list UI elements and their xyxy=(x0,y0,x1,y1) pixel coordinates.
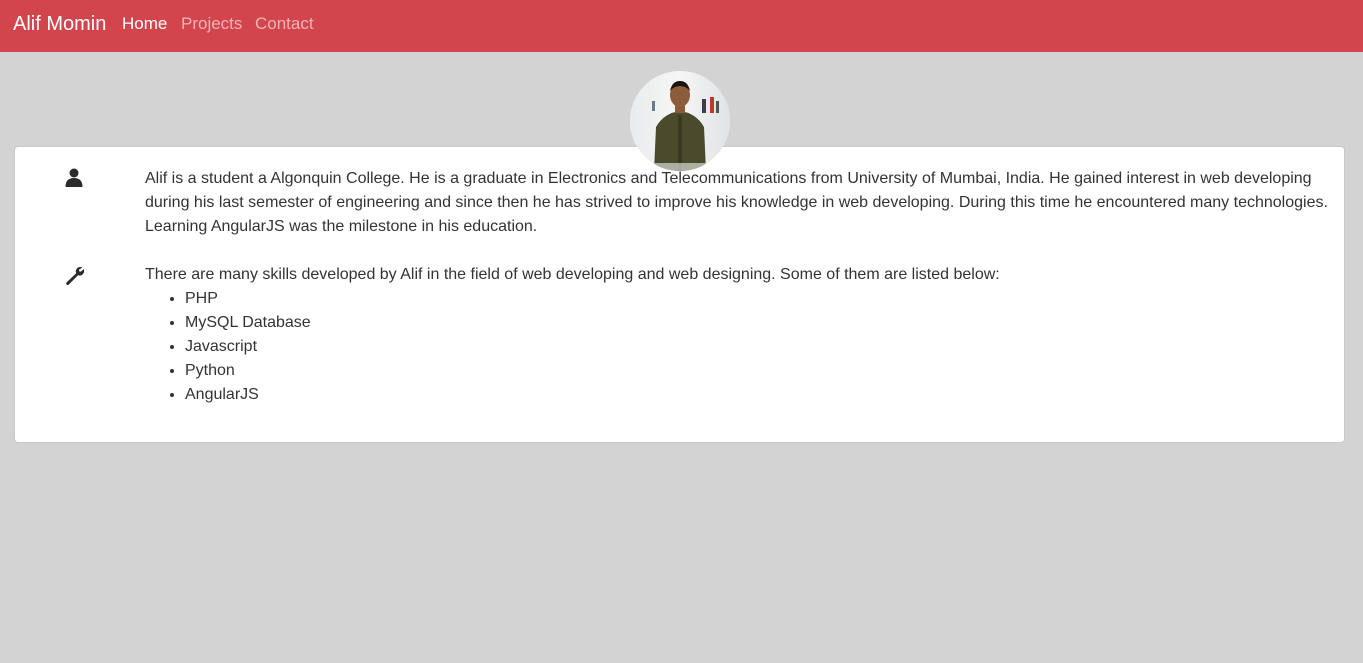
skill-item: MySQL Database xyxy=(185,311,311,335)
skill-item: Python xyxy=(185,359,311,383)
user-icon xyxy=(64,168,86,190)
profile-photo-image xyxy=(630,71,730,171)
skill-item: Javascript xyxy=(185,335,311,359)
profile-avatar xyxy=(630,71,730,171)
skill-item: PHP xyxy=(185,287,311,311)
nav-link-home[interactable]: Home xyxy=(122,14,167,34)
skills-list: PHP MySQL Database Javascript Python Ang… xyxy=(145,287,311,407)
skill-item: AngularJS xyxy=(185,383,311,407)
about-paragraph: Alif is a student a Algonquin College. H… xyxy=(145,170,1328,235)
wrench-icon xyxy=(64,265,86,287)
nav-link-contact[interactable]: Contact xyxy=(255,14,314,34)
brand-link[interactable]: Alif Momin xyxy=(13,12,106,36)
nav-link-projects[interactable]: Projects xyxy=(181,14,242,34)
top-navbar: Alif Momin Home Projects Contact xyxy=(0,0,1363,52)
skills-intro: There are many skills developed by Alif … xyxy=(145,266,1000,283)
